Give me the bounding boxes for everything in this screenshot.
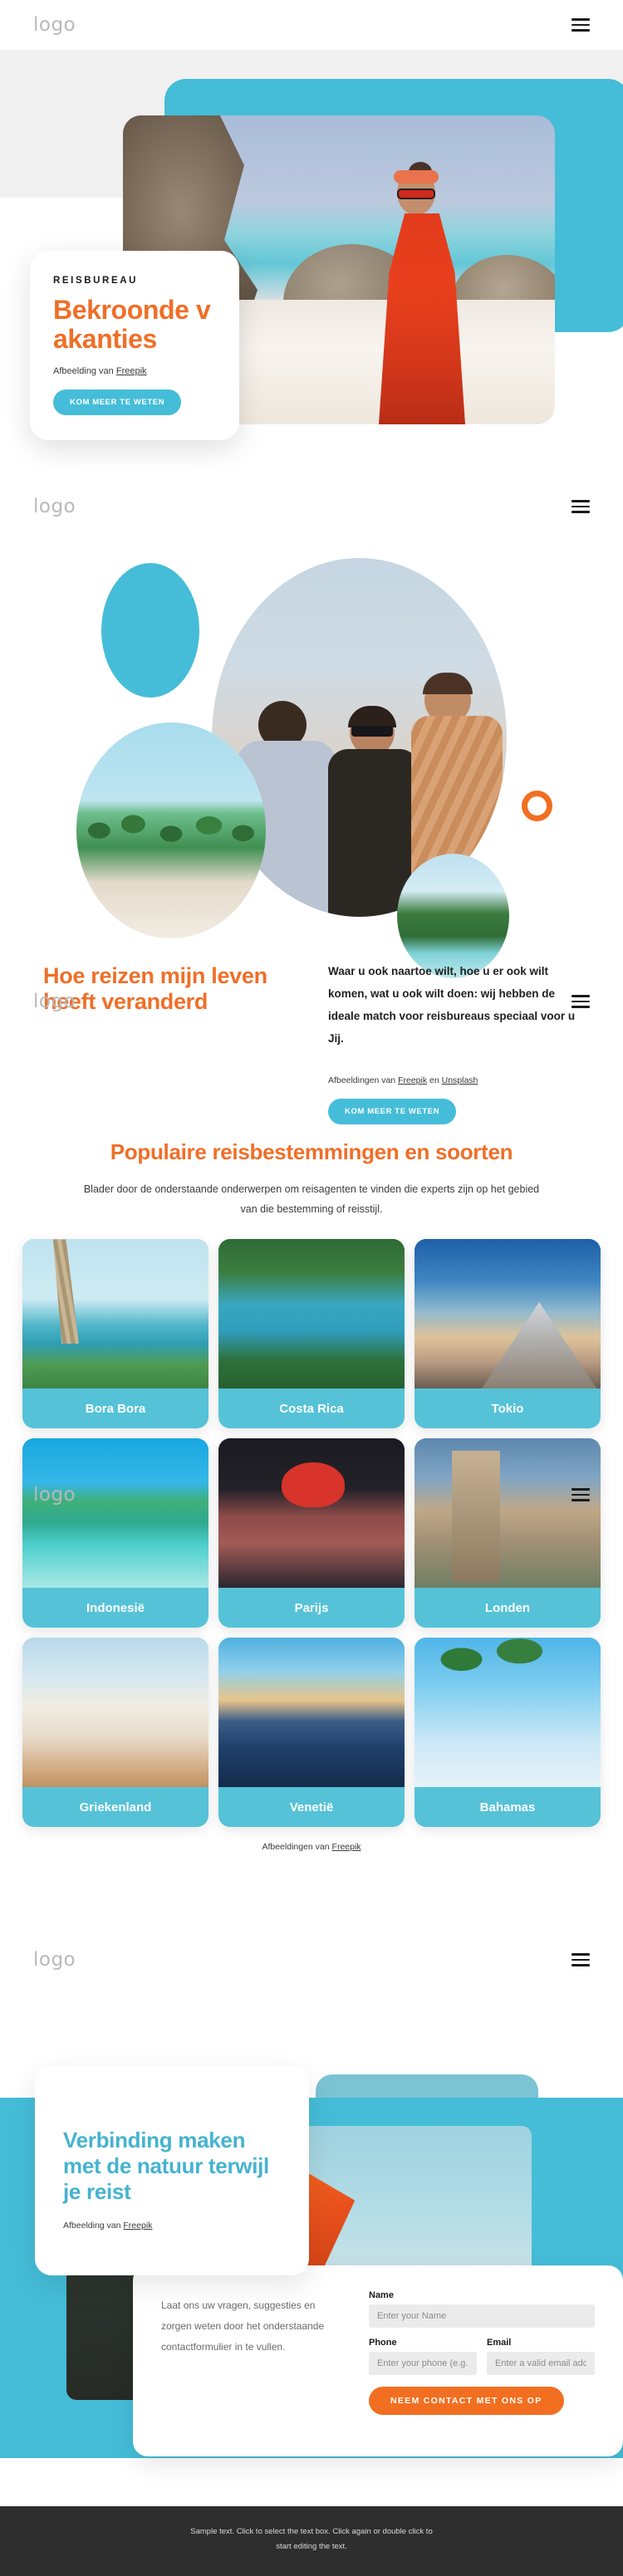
- destination-image: [415, 1239, 601, 1389]
- destinations-section: Populaire reisbestemmingen en soorten Bl…: [0, 1104, 623, 1935]
- footer-text: Sample text. Click to select the text bo…: [190, 2527, 433, 2552]
- phone-input[interactable]: [369, 2352, 477, 2375]
- destination-label: Indonesië: [86, 1600, 145, 1615]
- destination-card[interactable]: Indonesië: [22, 1438, 208, 1628]
- logo[interactable]: logo: [33, 1484, 76, 1506]
- phone-email-row: Phone Email: [369, 2338, 595, 2375]
- site-header-destinations: logo: [0, 1470, 623, 1520]
- story-credit-prefix: Afbeeldingen van: [328, 1075, 399, 1085]
- destination-card[interactable]: Venetië: [218, 1638, 405, 1828]
- email-field-group: Email: [487, 2338, 595, 2375]
- headband-shape: [394, 170, 439, 184]
- destination-label: Londen: [484, 1600, 531, 1615]
- landing-page: REISBUREAU Bekroonde vakanties Afbeeldin…: [0, 0, 623, 2576]
- footer: Sample text. Click to select the text bo…: [0, 2506, 623, 2576]
- red-dress-shape: [379, 213, 465, 424]
- hamburger-menu-icon[interactable]: [571, 1488, 590, 1501]
- story-credit-link-freepik[interactable]: Freepik: [398, 1075, 427, 1085]
- nature-credit-prefix: Afbeelding van: [63, 2220, 124, 2231]
- destination-image: [218, 1239, 405, 1389]
- destination-label: Parijs: [294, 1600, 329, 1615]
- nature-image-credit: Afbeelding van Freepik: [63, 2221, 281, 2231]
- logo[interactable]: logo: [33, 1949, 76, 1971]
- destination-image: [218, 1638, 405, 1788]
- site-header-nature: logo: [0, 1935, 623, 1985]
- name-field-group: Name: [369, 2290, 595, 2328]
- site-header-collage: logo: [0, 482, 623, 531]
- woman-in-red-dress: [372, 162, 472, 424]
- hero-credit-prefix: Afbeelding van: [53, 366, 116, 377]
- hamburger-menu-icon[interactable]: [571, 995, 590, 1008]
- hero-eyebrow: REISBUREAU: [53, 276, 139, 286]
- story-credit-mid: en: [427, 1075, 442, 1085]
- destinations-credit-link[interactable]: Freepik: [332, 1842, 361, 1852]
- destination-image: [22, 1638, 208, 1788]
- hamburger-menu-icon[interactable]: [571, 1953, 590, 1966]
- destinations-subtitle: Blader door de onderstaande onderwerpen …: [83, 1183, 540, 1216]
- destination-label: Bahamas: [479, 1800, 536, 1814]
- site-header-top: logo: [0, 0, 623, 50]
- destinations-credit-prefix: Afbeeldingen van: [262, 1842, 332, 1853]
- destination-label: Tokio: [491, 1401, 524, 1416]
- logo[interactable]: logo: [33, 14, 76, 36]
- destination-card[interactable]: Griekenland: [22, 1638, 208, 1828]
- destination-image: [415, 1638, 601, 1788]
- name-label: Name: [369, 2290, 394, 2300]
- logo[interactable]: logo: [33, 496, 76, 517]
- hero-cta-button[interactable]: KOM MEER TE WETEN: [53, 389, 182, 416]
- decorative-orange-ring: [522, 791, 552, 821]
- nature-text-card: Verbinding maken met de natuur terwijl j…: [35, 2066, 309, 2275]
- destination-card[interactable]: Parijs: [218, 1438, 405, 1628]
- hero-section: REISBUREAU Bekroonde vakanties Afbeeldin…: [0, 0, 623, 482]
- destination-card[interactable]: Tokio: [415, 1239, 601, 1429]
- destination-card[interactable]: Londen: [415, 1438, 601, 1628]
- decorative-blue-circle: [101, 563, 199, 698]
- contact-submit-button[interactable]: NEEM CONTACT MET ONS OP: [369, 2387, 564, 2415]
- email-label: Email: [487, 2338, 512, 2348]
- site-header-story: logo: [0, 977, 623, 1026]
- destination-label: Bora Bora: [85, 1401, 146, 1416]
- phone-label: Phone: [369, 2338, 397, 2348]
- hero-image-credit: Afbeelding van Freepik: [53, 366, 216, 376]
- hamburger-menu-icon[interactable]: [571, 18, 590, 32]
- sunglasses-icon: [397, 189, 435, 199]
- contact-intro-text: Laat ons uw vragen, suggesties en zorgen…: [161, 2299, 325, 2353]
- hero-text-card: REISBUREAU Bekroonde vakanties Afbeeldin…: [30, 251, 239, 441]
- story-image-credit: Afbeeldingen van Freepik en Unsplash: [328, 1075, 478, 1085]
- nature-credit-link[interactable]: Freepik: [123, 2221, 152, 2231]
- hamburger-menu-icon[interactable]: [571, 500, 590, 513]
- destinations-grid: Bora Bora Costa Rica Tokio Indonesië Par…: [0, 1239, 623, 1828]
- nature-contact-section: Verbinding maken met de natuur terwijl j…: [0, 1935, 623, 2576]
- logo[interactable]: logo: [33, 991, 76, 1012]
- destination-label: Venetië: [289, 1800, 334, 1814]
- contact-form: Name Phone Email NEEM CONTACT MET ONS OP: [369, 2290, 595, 2415]
- name-input[interactable]: [369, 2304, 595, 2328]
- destination-label: Griekenland: [79, 1800, 152, 1814]
- palm-beach-photo-circle: [76, 722, 266, 938]
- story-credit-link-unsplash[interactable]: Unsplash: [442, 1075, 478, 1085]
- phone-field-group: Phone: [369, 2338, 477, 2375]
- destination-card[interactable]: Bora Bora: [22, 1239, 208, 1429]
- destination-image: [22, 1239, 208, 1389]
- destination-card[interactable]: Costa Rica: [218, 1239, 405, 1429]
- destinations-title: Populaire reisbestemmingen en soorten: [110, 1139, 513, 1164]
- destinations-image-credit: Afbeeldingen van Freepik: [0, 1842, 623, 1852]
- destination-label: Costa Rica: [279, 1401, 344, 1416]
- hero-title: Bekroonde vakanties: [53, 295, 211, 354]
- email-input[interactable]: [487, 2352, 595, 2375]
- hero-credit-link[interactable]: Freepik: [116, 366, 147, 376]
- contact-form-card: Laat ons uw vragen, suggesties en zorgen…: [133, 2265, 623, 2456]
- destination-card[interactable]: Bahamas: [415, 1638, 601, 1828]
- nature-title: Verbinding maken met de natuur terwijl j…: [63, 2128, 269, 2205]
